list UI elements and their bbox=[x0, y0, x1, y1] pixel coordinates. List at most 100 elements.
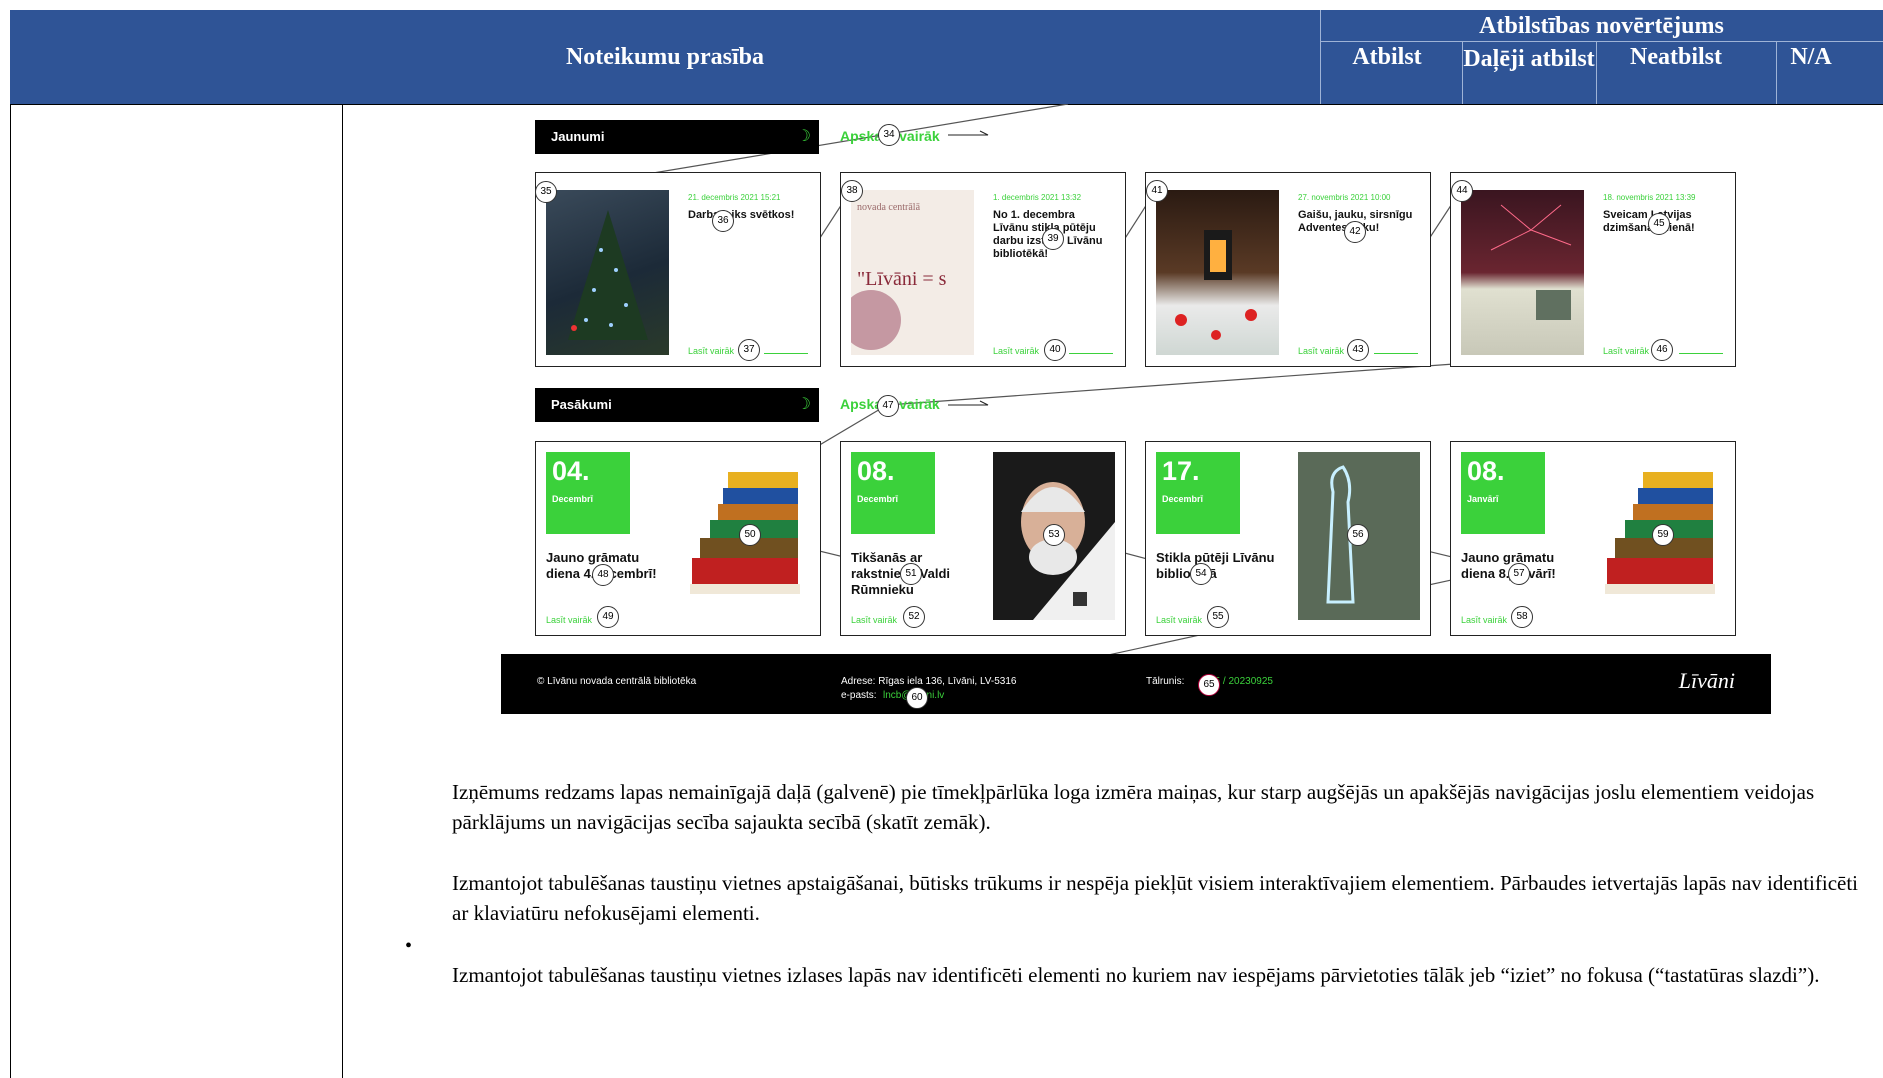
footer-copyright: © Līvānu novada centrālā bibliotēka bbox=[537, 676, 697, 687]
news-card[interactable]: novada centrālā "Līvāni = s 1. decembris … bbox=[840, 172, 1126, 367]
arrow-right-icon bbox=[764, 353, 808, 354]
event-month: Decembrī bbox=[552, 494, 594, 504]
embedded-screenshot: Jaunumi ☽ Apskatīt vairāk 21. decembris … bbox=[448, 104, 1873, 726]
read-more-link[interactable]: Lasīt vairāk bbox=[993, 346, 1039, 356]
moon-icon: ☽ bbox=[796, 396, 811, 413]
event-title[interactable]: Stikla pūtēji Līvānu bibliotēkā bbox=[1156, 550, 1286, 582]
arrow-right-icon bbox=[948, 400, 989, 406]
read-more-link[interactable]: Lasīt vairāk bbox=[1603, 346, 1649, 356]
paragraph-header-overlap: Izņēmums redzams lapas nemainīgajā daļā … bbox=[452, 780, 1815, 834]
event-date-badge: 17. Decembrī bbox=[1156, 452, 1240, 534]
event-month: Decembrī bbox=[857, 494, 899, 504]
focus-marker: 49 bbox=[597, 606, 619, 628]
news-card[interactable]: 18. novembris 2021 13:39 Sveicam Latvija… bbox=[1450, 172, 1736, 367]
event-month: Janvārī bbox=[1467, 494, 1499, 504]
bullet-icon: • bbox=[405, 935, 413, 957]
event-card[interactable]: 17. Decembrī Stikla pūtēji Līvānu bibliot… bbox=[1145, 441, 1431, 636]
arrow-right-icon bbox=[1374, 353, 1418, 354]
event-card[interactable]: 08.Janvārī Jauno grāmatu diena 8.janvārī… bbox=[1450, 441, 1736, 636]
focus-marker: 54 bbox=[1190, 563, 1212, 585]
event-day: 08. bbox=[857, 456, 895, 486]
event-card[interactable]: 08. Decembrī Tikšanās ar rakstnieku Valdi… bbox=[840, 441, 1126, 636]
news-section-label: Jaunumi bbox=[551, 129, 605, 144]
table-left-border bbox=[10, 104, 11, 1078]
focus-marker: 40 bbox=[1044, 339, 1066, 361]
paragraph-keyboard-traps: Izmantojot tabulēšanas taustiņu vietnes … bbox=[452, 963, 1820, 987]
exhibition-poster-image: novada centrālā "Līvāni = s bbox=[841, 190, 974, 355]
focus-marker: 58 bbox=[1511, 606, 1533, 628]
requirement-header: Noteikumu prasība bbox=[565, 44, 765, 70]
focus-marker: 48 bbox=[592, 564, 614, 586]
focus-marker: 57 bbox=[1508, 563, 1530, 585]
table-header: Noteikumu prasība Atbilstības novērtējum… bbox=[10, 10, 1883, 104]
column-divider bbox=[342, 104, 343, 1078]
focus-marker: 42 bbox=[1344, 221, 1366, 243]
arrow-right-icon bbox=[1069, 353, 1113, 354]
moon-icon: ☽ bbox=[796, 128, 811, 145]
read-more-link[interactable]: Lasīt vairāk bbox=[1298, 346, 1344, 356]
read-more-link[interactable]: Lasīt vairāk bbox=[1461, 615, 1507, 625]
focus-marker: 41 bbox=[1146, 180, 1168, 202]
focus-marker: 55 bbox=[1207, 606, 1229, 628]
focus-marker: 50 bbox=[739, 524, 761, 546]
event-date-badge: 08. Decembrī bbox=[851, 452, 935, 534]
events-section-label: Pasākumi bbox=[551, 397, 612, 412]
event-day: 17. bbox=[1162, 456, 1200, 486]
lantern-image bbox=[1156, 190, 1279, 355]
focus-marker: 65 bbox=[1198, 674, 1220, 696]
arrow-right-icon bbox=[948, 130, 989, 136]
event-month: Decembrī bbox=[1162, 494, 1204, 504]
events-section-bar: Pasākumi ☽ bbox=[535, 388, 819, 422]
paragraph-keyboard-access: Izmantojot tabulēšanas taustiņu vietnes … bbox=[452, 871, 1859, 925]
news-card[interactable]: 21. decembris 2021 15:21 Darba laiks svē… bbox=[535, 172, 821, 367]
focus-marker: 47 bbox=[877, 395, 899, 417]
focus-marker: 60 bbox=[906, 687, 928, 709]
col-na: N/A bbox=[1790, 44, 1832, 70]
news-date: 21. decembris 2021 15:21 bbox=[688, 193, 781, 202]
news-card[interactable]: 27. novembris 2021 10:00 Gaišu, jauku, s… bbox=[1145, 172, 1431, 367]
focus-marker: 37 bbox=[738, 339, 760, 361]
focus-marker: 36 bbox=[712, 210, 734, 232]
footer-phone-label: Tālrunis: bbox=[1146, 676, 1185, 687]
svg-text:novada centrālā: novada centrālā bbox=[857, 202, 921, 213]
event-day: 08. bbox=[1467, 456, 1505, 486]
news-date: 1. decembris 2021 13:32 bbox=[993, 193, 1082, 202]
focus-marker: 34 bbox=[878, 124, 900, 146]
focus-marker: 44 bbox=[1451, 180, 1473, 202]
focus-marker: 56 bbox=[1347, 524, 1369, 546]
focus-marker: 35 bbox=[535, 181, 557, 203]
focus-marker: 38 bbox=[841, 180, 863, 202]
news-section-bar: Jaunumi ☽ bbox=[535, 120, 819, 154]
event-date-badge: 08. Janvārī bbox=[1461, 452, 1545, 534]
svg-text:"Līvāni = s: "Līvāni = s bbox=[857, 268, 947, 290]
fireworks-image bbox=[1461, 190, 1584, 355]
col-partial: Daļēji atbilst bbox=[1463, 46, 1595, 72]
event-day: 04. bbox=[552, 456, 590, 486]
news-date: 27. novembris 2021 10:00 bbox=[1298, 193, 1391, 202]
read-more-link[interactable]: Lasīt vairāk bbox=[546, 615, 592, 625]
read-more-link[interactable]: Lasīt vairāk bbox=[1156, 615, 1202, 625]
focus-marker: 45 bbox=[1648, 213, 1670, 235]
news-title[interactable]: Darba laiks svētkos! bbox=[688, 209, 808, 222]
footer-email-label: e-pasts: bbox=[841, 690, 877, 701]
footer-address: Adrese: Rīgas iela 136, Līvāni, LV-5316 bbox=[841, 676, 1017, 687]
read-more-link[interactable]: Lasīt vairāk bbox=[688, 346, 734, 356]
focus-marker: 46 bbox=[1651, 339, 1673, 361]
event-date-badge: 04. Decembrī bbox=[546, 452, 630, 534]
assessment-header: Atbilstības novērtējums bbox=[1479, 13, 1724, 39]
site-footer: © Līvānu novada centrālā bibliotēka Adre… bbox=[501, 654, 1771, 714]
col-complies: Atbilst bbox=[1352, 44, 1422, 70]
focus-marker: 51 bbox=[900, 563, 922, 585]
event-card[interactable]: 04. Decembrī Jauno grāmatu diena 4.decemb… bbox=[535, 441, 821, 636]
read-more-link[interactable]: Lasīt vairāk bbox=[851, 615, 897, 625]
news-date: 18. novembris 2021 13:39 bbox=[1603, 193, 1696, 202]
focus-marker: 53 bbox=[1043, 524, 1065, 546]
footer-logo: Līvāni bbox=[1678, 668, 1735, 693]
focus-marker: 52 bbox=[903, 606, 925, 628]
col-not: Neatbilst bbox=[1630, 44, 1722, 70]
arrow-right-icon bbox=[1679, 353, 1723, 354]
focus-marker: 39 bbox=[1042, 228, 1064, 250]
christmas-tree-image bbox=[546, 190, 669, 355]
focus-marker: 59 bbox=[1652, 524, 1674, 546]
focus-marker: 43 bbox=[1347, 339, 1369, 361]
